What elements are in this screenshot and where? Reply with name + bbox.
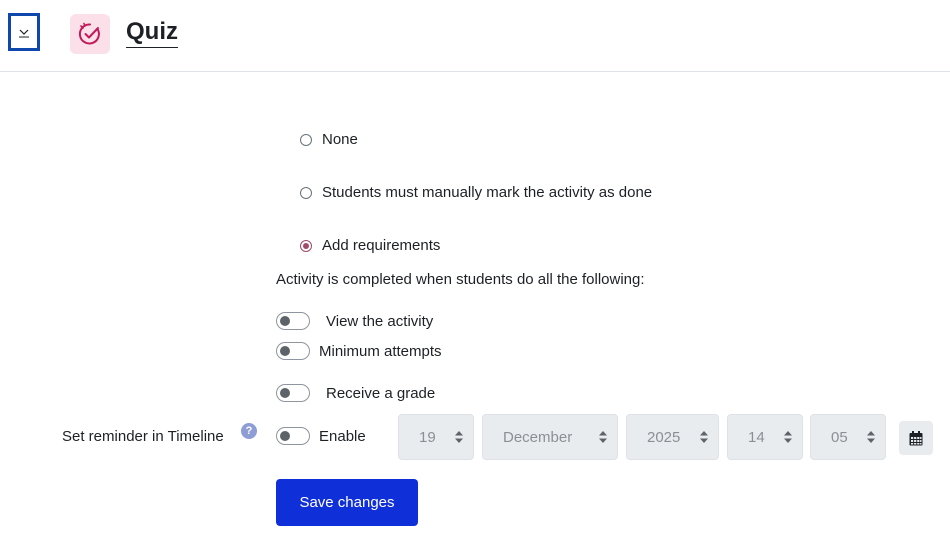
quiz-icon [70, 14, 110, 54]
select-arrows-icon [455, 431, 463, 443]
select-arrows-icon [867, 431, 875, 443]
calendar-button[interactable] [899, 421, 933, 455]
select-value: 14 [748, 428, 765, 446]
reminder-enable[interactable]: Enable [276, 427, 366, 445]
toggle-label: View the activity [326, 312, 434, 330]
select-value: 2025 [647, 428, 681, 446]
hour-select[interactable]: 14 [727, 414, 803, 460]
page-header: Quiz [0, 0, 950, 72]
radio-button[interactable] [300, 133, 312, 146]
minute-select[interactable]: 05 [810, 414, 886, 460]
day-select[interactable]: 19 [398, 414, 474, 460]
question-icon[interactable]: ? [241, 423, 257, 439]
select-value: 05 [831, 428, 848, 446]
radio-label: Students must manually mark the activity… [322, 184, 653, 201]
toggle-label: Minimum attempts [319, 342, 442, 360]
radio-label: None [322, 131, 358, 148]
calendar-icon [909, 430, 923, 445]
select-arrows-icon [700, 431, 708, 443]
year-select[interactable]: 2025 [626, 414, 719, 460]
toggle-label: Enable [319, 427, 366, 445]
save-changes-button[interactable]: Save changes [276, 479, 418, 526]
view-toggle[interactable] [276, 312, 310, 330]
radio-none[interactable]: None [300, 131, 358, 148]
min-attempts-toggle[interactable] [276, 342, 310, 360]
radio-button[interactable] [300, 186, 312, 199]
radio-label: Add requirements [322, 237, 441, 254]
radio-add-requirements[interactable]: Add requirements [300, 237, 440, 254]
select-arrows-icon [599, 431, 607, 443]
collapse-button[interactable] [8, 13, 40, 51]
select-value: December [503, 428, 573, 446]
toggle-label: Receive a grade [326, 384, 436, 402]
requirement-grade[interactable]: Receive a grade [276, 384, 435, 402]
enable-toggle[interactable] [276, 427, 310, 445]
requirement-view[interactable]: View the activity [276, 312, 433, 330]
reminder-label: Set reminder in Timeline [62, 428, 224, 445]
select-arrows-icon [784, 431, 792, 443]
chevron-down-icon [19, 29, 29, 38]
month-select[interactable]: December [482, 414, 618, 460]
completion-description: Activity is completed when students do a… [276, 271, 645, 288]
select-value: 19 [419, 428, 436, 446]
grade-toggle[interactable] [276, 384, 310, 402]
radio-button[interactable] [300, 239, 312, 252]
radio-manual[interactable]: Students must manually mark the activity… [300, 184, 652, 201]
requirement-min-attempts[interactable]: Minimum attempts [276, 342, 442, 360]
page-title: Quiz [126, 18, 178, 48]
